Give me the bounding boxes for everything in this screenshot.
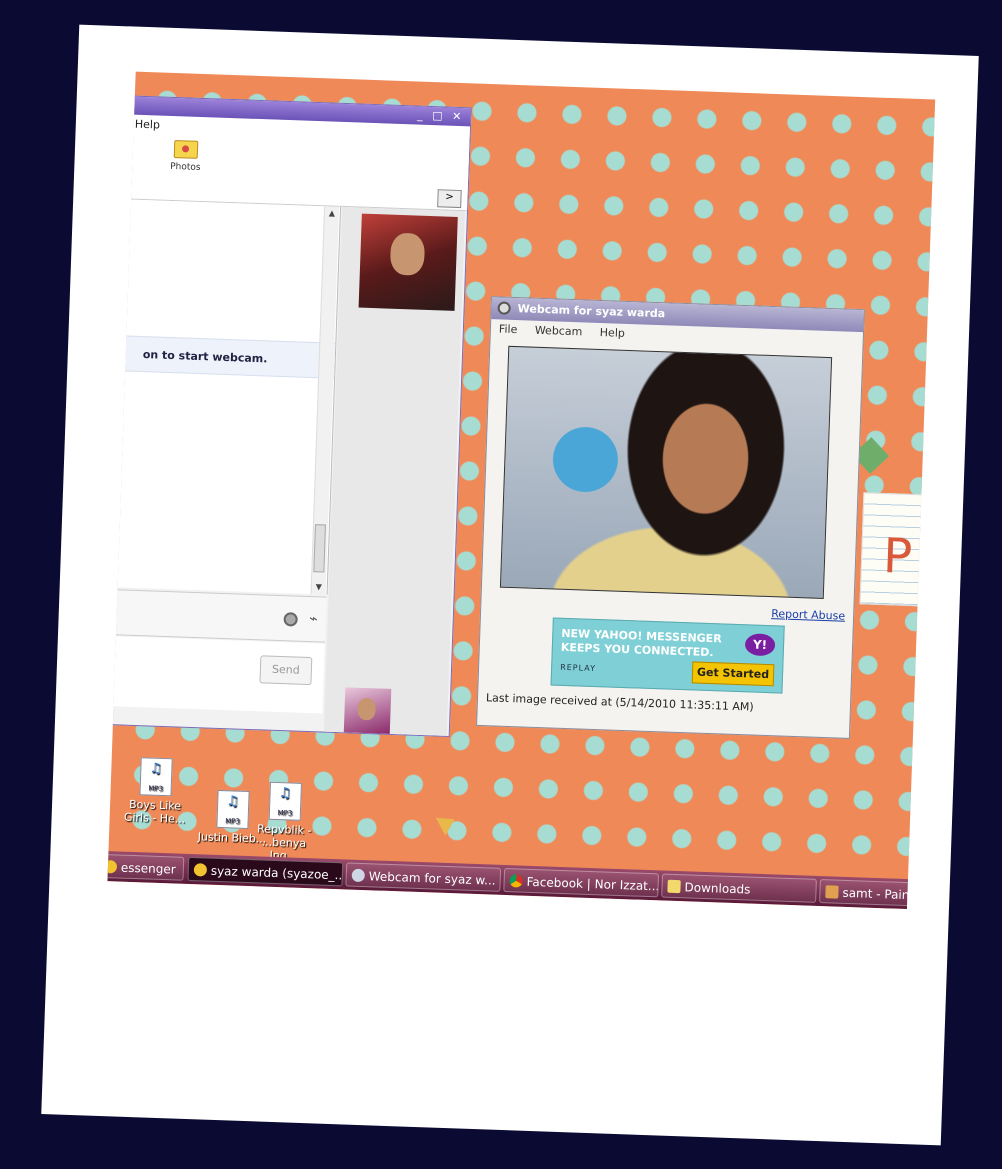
taskbar-item[interactable]: essenger xyxy=(107,853,185,881)
taskbar-item[interactable]: syaz warda (syazoe_... xyxy=(187,856,344,887)
photo-frame: _ □ ✕ Help Photos > on to start webcam. … xyxy=(41,24,979,1146)
webcam-title-icon xyxy=(497,301,511,315)
webcam-icon xyxy=(351,868,365,883)
chat-window: _ □ ✕ Help Photos > on to start webcam. … xyxy=(107,94,472,737)
attachment-icon[interactable]: ⌁ xyxy=(309,611,318,627)
expand-pane-button[interactable]: > xyxy=(437,189,462,209)
taskbar-item-label: Downloads xyxy=(684,880,751,897)
desktop-icon-mp3[interactable]: Repvblik - ...benya Ing... xyxy=(248,781,321,863)
report-abuse-link[interactable]: Report Abuse xyxy=(771,607,845,623)
taskbar-item[interactable]: Webcam for syaz w... xyxy=(345,862,502,892)
photos-label: Photos xyxy=(170,161,201,173)
desktop-icon-label: Boys Like Girls - He... xyxy=(123,797,186,826)
scroll-down-icon[interactable]: ▼ xyxy=(312,580,326,594)
send-button[interactable]: Send xyxy=(259,655,313,686)
menu-help[interactable]: Help xyxy=(600,326,626,340)
webcam-window: Webcam for syaz warda File Webcam Help R… xyxy=(476,296,865,739)
taskbar-item-label: essenger xyxy=(120,860,176,877)
photos-button[interactable]: Photos xyxy=(159,140,212,174)
webcam-icon[interactable] xyxy=(283,612,298,627)
message-input[interactable]: Send xyxy=(107,634,325,714)
messenger-icon xyxy=(107,860,118,874)
webcam-title: Webcam for syaz warda xyxy=(517,302,666,321)
messenger-icon xyxy=(193,863,208,877)
get-started-button[interactable]: Get Started xyxy=(691,661,775,687)
avatar-pane xyxy=(323,206,466,736)
taskbar-item-label: Facebook | Nor Izzat... xyxy=(526,874,660,894)
taskbar-item[interactable]: samt - Pain xyxy=(819,878,936,908)
chat-toolbar: Photos > xyxy=(107,133,470,212)
folder-icon xyxy=(667,879,681,894)
desktop-icon-mp3[interactable]: Boys Like Girls - He... xyxy=(119,757,191,826)
taskbar-item-label: samt - Pain xyxy=(842,885,910,903)
webcam-video xyxy=(499,345,833,599)
mp3-file-icon xyxy=(268,781,302,821)
mp3-file-icon xyxy=(139,757,173,797)
input-toolbar: ⌁ xyxy=(107,587,327,643)
menu-webcam[interactable]: Webcam xyxy=(535,324,583,339)
menu-help[interactable]: Help xyxy=(135,118,161,132)
note-letter-decoration: P xyxy=(882,528,914,586)
last-image-status: Last image received at (5/14/2010 11:35:… xyxy=(485,691,754,714)
photos-icon xyxy=(173,140,199,159)
mp3-file-icon xyxy=(216,789,250,830)
menu-file[interactable]: File xyxy=(499,322,518,336)
taskbar-item-label: syaz warda (syazoe_... xyxy=(210,863,344,883)
chrome-icon xyxy=(509,874,523,888)
taskbar-item[interactable]: Facebook | Nor Izzat... xyxy=(503,867,660,898)
desktop-screen: _ □ ✕ Help Photos > on to start webcam. … xyxy=(107,71,936,910)
scroll-up-icon[interactable]: ▲ xyxy=(325,206,339,220)
messenger-ad-banner[interactable]: NEW YAHOO! MESSENGER KEEPS YOU CONNECTED… xyxy=(550,617,785,694)
yahoo-logo-icon: Y! xyxy=(744,633,776,657)
message-history: on to start webcam. ▲ ▼ xyxy=(107,198,342,595)
mouse-cursor-icon xyxy=(435,810,460,836)
scroll-thumb[interactable] xyxy=(313,524,326,573)
window-controls[interactable]: _ □ ✕ xyxy=(417,108,465,123)
ad-replay: REPLAY xyxy=(560,662,597,674)
webcam-info-bar: on to start webcam. xyxy=(107,334,336,379)
buddy-avatar[interactable] xyxy=(358,213,458,311)
taskbar: essenger syaz warda (syazoe_... Webcam f… xyxy=(107,851,936,910)
taskbar-item[interactable]: Downloads xyxy=(661,873,817,903)
my-avatar[interactable] xyxy=(343,687,392,734)
taskbar-item-label: Webcam for syaz w... xyxy=(368,869,496,888)
paint-icon xyxy=(825,885,839,899)
